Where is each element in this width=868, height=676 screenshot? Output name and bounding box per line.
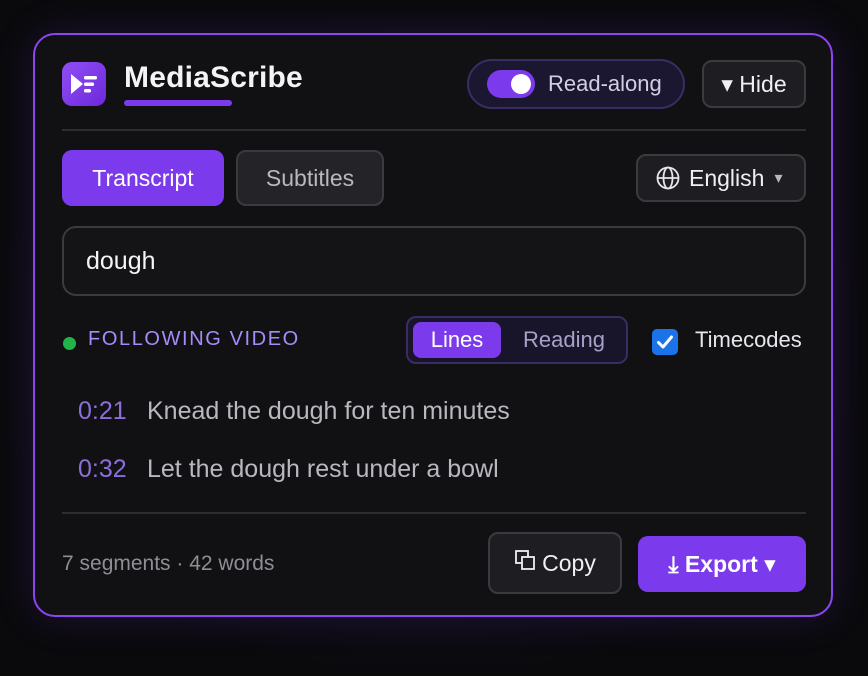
segment-word-count: 7 segments · 42 words: [62, 552, 275, 575]
footer-divider: [62, 512, 806, 514]
caret-down-icon: ▾: [774, 170, 783, 187]
read-along-label: Read-along: [548, 71, 662, 96]
copy-button[interactable]: Copy: [488, 532, 622, 594]
following-status: FOLLOWING VIDEO: [88, 328, 300, 350]
app-logo-icon: [62, 62, 106, 106]
search-input[interactable]: [86, 228, 776, 294]
tab-subtitles[interactable]: Subtitles: [236, 150, 384, 206]
view-mode-segmented: Lines Reading: [406, 316, 628, 364]
line-text[interactable]: Let the dough rest under a bowl: [147, 455, 499, 484]
status-dot-icon: [63, 337, 76, 350]
tab-transcript[interactable]: Transcript: [62, 150, 224, 206]
view-mode-reading[interactable]: Reading: [508, 322, 620, 358]
checkmark-icon: [657, 335, 673, 349]
search-box: [62, 226, 806, 296]
app-title: MediaScribe: [124, 61, 303, 94]
timecodes-label: Timecodes: [695, 327, 802, 352]
language-label: English: [689, 164, 765, 191]
copy-label: Copy: [542, 549, 596, 576]
header-divider: [62, 129, 806, 131]
line-text[interactable]: Knead the dough for ten minutes: [147, 397, 510, 426]
title-underline: [124, 100, 232, 106]
timecodes-checkbox[interactable]: [652, 329, 678, 355]
toggle-knob: [511, 74, 531, 94]
hide-button[interactable]: ▾ Hide: [702, 60, 806, 108]
language-select[interactable]: English ▾: [636, 154, 806, 202]
read-along-toggle[interactable]: Read-along: [467, 59, 685, 109]
copy-icon: [515, 550, 536, 570]
globe-icon: [656, 166, 680, 190]
export-button[interactable]: ⤓ Export ▾: [638, 536, 806, 592]
view-mode-lines[interactable]: Lines: [413, 322, 501, 358]
toggle-switch[interactable]: [487, 70, 535, 98]
line-timecode[interactable]: 0:21: [78, 397, 127, 426]
line-timecode[interactable]: 0:32: [78, 455, 127, 484]
mediascribe-panel: MediaScribe Read-along ▾ Hide Transcript…: [33, 33, 833, 617]
